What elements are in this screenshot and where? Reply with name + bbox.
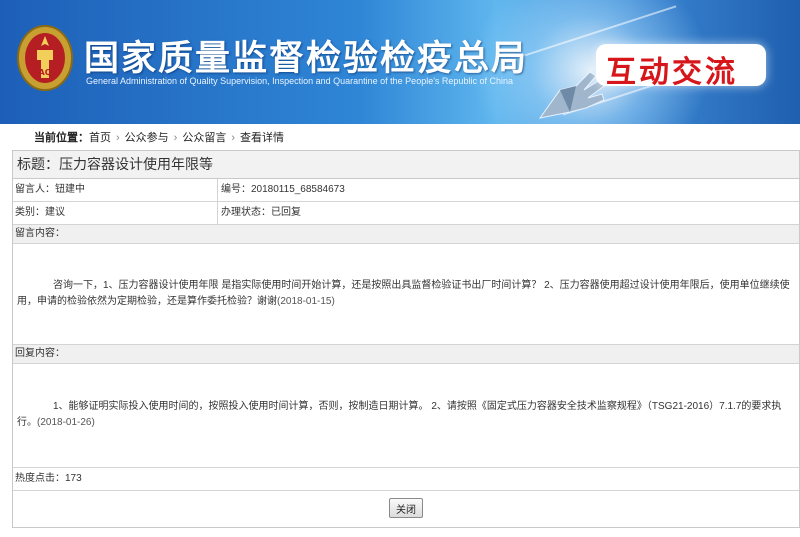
site-subtitle: General Administration of Quality Superv…	[86, 76, 513, 86]
status-label: 办理状态：	[221, 207, 271, 218]
reply-section-body: 1、能够证明实际投入使用时间的，按照投入使用时间计算，否则，按制造日期计算。 2…	[13, 364, 799, 468]
reply-content: 1、能够证明实际投入使用时间的，按照投入使用时间计算，否则，按制造日期计算。 2…	[17, 399, 793, 431]
breadcrumb-label: 当前位置：	[34, 132, 89, 144]
header-banner: AQ 国家质量监督检验检疫总局 General Administration o…	[0, 0, 800, 124]
breadcrumb-separator: ›	[116, 132, 120, 144]
breadcrumb-public-participation[interactable]: 公众参与	[125, 132, 169, 144]
close-button[interactable]: 关闭	[389, 498, 423, 518]
hits-label: 热度点击：	[15, 473, 65, 484]
number-value: 20180115_68584673	[251, 184, 345, 195]
reply-section-header: 回复内容：	[13, 345, 799, 364]
author-label: 留言人：	[15, 184, 55, 195]
breadcrumb-home[interactable]: 首页	[89, 132, 111, 144]
message-text: 咨询一下，1、压力容器设计使用年限 是指实际使用时间开始计算，还是按照出具监督检…	[17, 280, 790, 307]
svg-text:AQ: AQ	[39, 68, 52, 77]
category-label: 类别：	[15, 207, 45, 218]
status-value: 已回复	[271, 207, 301, 218]
message-title: 标题：压力容器设计使用年限等	[13, 151, 799, 179]
button-row: 关闭	[13, 491, 799, 527]
hits-value: 173	[65, 473, 82, 484]
info-row: 留言人：钮建中 编号：20180115_68584673	[13, 179, 799, 202]
hit-count-row: 热度点击：173	[13, 468, 799, 491]
breadcrumb-public-messages[interactable]: 公众留言	[182, 132, 226, 144]
category-cell: 类别：建议	[13, 202, 218, 224]
breadcrumb-current: 查看详情	[240, 132, 285, 144]
breadcrumb-separator: ›	[173, 132, 178, 144]
national-emblem-icon: AQ	[17, 25, 73, 91]
message-content: 咨询一下，1、压力容器设计使用年限 是指实际使用时间开始计算，还是按照出具监督检…	[17, 278, 793, 310]
breadcrumb-separator: ›	[231, 132, 236, 144]
category-value: 建议	[45, 207, 65, 218]
author-cell: 留言人：钮建中	[13, 179, 218, 201]
info-row: 类别：建议 办理状态：已回复	[13, 202, 799, 225]
number-label: 编号：	[221, 184, 251, 195]
reply-date: (2018-01-26)	[37, 417, 95, 428]
interactive-exchange-badge: 互动交流	[596, 44, 766, 90]
status-cell: 办理状态：已回复	[218, 202, 799, 224]
reply-text: 1、能够证明实际投入使用时间的，按照投入使用时间计算，否则，按制造日期计算。 2…	[17, 401, 782, 428]
message-section-body: 咨询一下，1、压力容器设计使用年限 是指实际使用时间开始计算，还是按照出具监督检…	[13, 244, 799, 345]
message-date: (2018-01-15)	[277, 296, 335, 307]
number-cell: 编号：20180115_68584673	[218, 179, 799, 201]
message-section-header: 留言内容：	[13, 225, 799, 244]
site-title: 国家质量监督检验检疫总局	[84, 39, 529, 79]
badge-label: 互动交流	[606, 55, 738, 90]
author-value: 钮建中	[55, 184, 85, 195]
message-detail-panel: 标题：压力容器设计使用年限等 留言人：钮建中 编号：20180115_68584…	[12, 150, 800, 528]
breadcrumb: 当前位置：首页 › 公众参与 › 公众留言 › 查看详情	[0, 124, 800, 152]
